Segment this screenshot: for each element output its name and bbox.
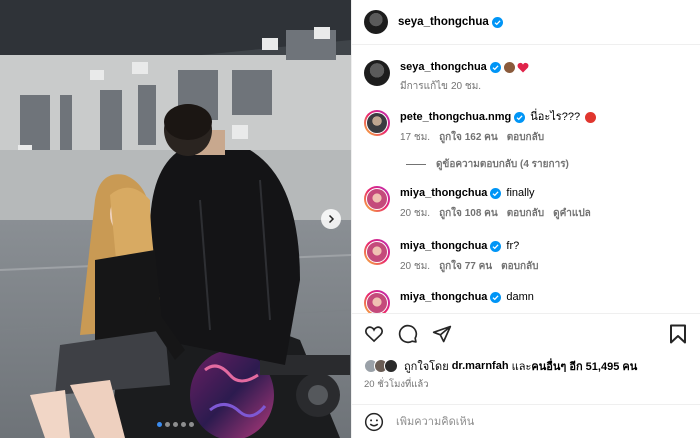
liker-username[interactable]: dr.marnfah — [452, 360, 509, 372]
post-header: seya_thongchua — [352, 0, 700, 45]
verified-badge-icon — [490, 187, 502, 199]
post-actions: ถูกใจโดย dr.marnfah และ คนอื่นๆ อีก 51,4… — [352, 313, 700, 438]
comment-avatar[interactable] — [364, 290, 390, 313]
comment-avatar[interactable] — [364, 186, 390, 212]
carousel-dot — [173, 422, 178, 427]
save-bookmark-button[interactable] — [669, 324, 687, 344]
angry-face-icon — [585, 111, 597, 123]
comment-username[interactable]: pete_thongchua.nmg — [400, 110, 511, 124]
comment-avatar[interactable] — [364, 110, 390, 136]
comment-avatar[interactable] — [364, 239, 390, 265]
carousel-dot — [189, 422, 194, 427]
comment-time: 20 ชม. — [400, 208, 431, 219]
comment-row: miya_thongchua finally 20 ชม. ถูกใจ 108 … — [364, 186, 684, 221]
reply-button[interactable]: ตอบกลับ — [507, 130, 544, 145]
monkey-face-icon — [503, 61, 515, 73]
edited-label: มีการแก้ไข — [400, 81, 448, 92]
share-send-icon[interactable] — [432, 324, 452, 344]
post-side-panel: seya_thongchua seya_thongchua มีการแก้ไข… — [351, 0, 700, 438]
caption-username[interactable]: seya_thongchua — [400, 60, 487, 74]
comment-text: fr? — [506, 240, 520, 252]
comment-row: pete_thongchua.nmg นี่อะไร??? 17 ชม. ถูก… — [364, 110, 684, 145]
likes-prefix: ถูกใจโดย — [404, 361, 449, 373]
replies-divider — [406, 164, 426, 165]
likes-others[interactable]: คนอื่นๆ อีก 51,495 คน — [531, 357, 637, 375]
post-photo[interactable] — [0, 0, 351, 438]
author-username[interactable]: seya_thongchua — [398, 16, 489, 28]
verified-badge-icon — [490, 240, 502, 252]
comment-bubble-icon[interactable] — [398, 324, 418, 344]
comment-likes[interactable]: ถูกใจ 108 คน — [439, 206, 498, 221]
comment-row: miya_thongchua fr? 20 ชม. ถูกใจ 77 คน ตอ… — [364, 239, 684, 274]
comment-text: damn — [506, 291, 534, 303]
reply-button[interactable]: ตอบกลับ — [501, 259, 538, 274]
comment-input[interactable] — [396, 416, 656, 428]
verified-badge-icon — [490, 291, 502, 303]
add-comment-bar — [352, 404, 700, 438]
like-heart-icon[interactable] — [364, 324, 384, 344]
likes-summary[interactable]: ถูกใจโดย dr.marnfah และ คนอื่นๆ อีก 51,4… — [364, 357, 637, 375]
caption: seya_thongchua มีการแก้ไข 20 ชม. — [364, 60, 684, 94]
carousel-next-button[interactable] — [321, 209, 341, 229]
red-heart-icon — [517, 62, 529, 72]
comment-username[interactable]: miya_thongchua — [400, 290, 487, 304]
comment-row: miya_thongchua damn — [364, 290, 684, 313]
liker-avatar — [384, 359, 398, 373]
carousel-dot — [165, 422, 170, 427]
verified-badge-icon — [491, 16, 503, 28]
likes-middle: และ — [511, 361, 532, 373]
translate-button[interactable]: ดูคำแปล — [553, 206, 591, 221]
verified-badge-icon — [489, 61, 501, 73]
comment-text: นี่อะไร??? — [530, 111, 581, 123]
liker-avatars — [364, 359, 398, 373]
carousel-dot — [157, 422, 162, 427]
carousel-dot — [181, 422, 186, 427]
author-avatar[interactable] — [364, 10, 388, 34]
chevron-right-icon — [328, 214, 335, 224]
caption-time: 20 ชม. — [451, 81, 482, 92]
emoji-picker-icon[interactable] — [364, 412, 384, 432]
comment-likes[interactable]: ถูกใจ 77 คน — [439, 259, 492, 274]
carousel-indicator — [0, 422, 351, 427]
verified-badge-icon — [514, 111, 526, 123]
comment-text: finally — [506, 187, 535, 199]
bookmark-icon — [670, 324, 686, 344]
comment-likes[interactable]: ถูกใจ 162 คน — [439, 130, 498, 145]
caption-avatar[interactable] — [364, 60, 390, 86]
reply-button[interactable]: ตอบกลับ — [507, 206, 544, 221]
comment-time: 17 ชม. — [400, 132, 431, 143]
comments-list[interactable]: seya_thongchua มีการแก้ไข 20 ชม. pete_th… — [352, 46, 700, 313]
comment-time: 20 ชม. — [400, 261, 431, 272]
post-timestamp[interactable]: 20 ชั่วโมงที่แล้ว — [364, 377, 429, 392]
post-image — [0, 0, 351, 438]
comment-username[interactable]: miya_thongchua — [400, 186, 487, 200]
view-replies-label: ดูข้อความตอบกลับ (4 รายการ) — [436, 159, 569, 170]
view-replies-button[interactable]: ดูข้อความตอบกลับ (4 รายการ) — [406, 157, 569, 172]
comment-username[interactable]: miya_thongchua — [400, 239, 487, 253]
